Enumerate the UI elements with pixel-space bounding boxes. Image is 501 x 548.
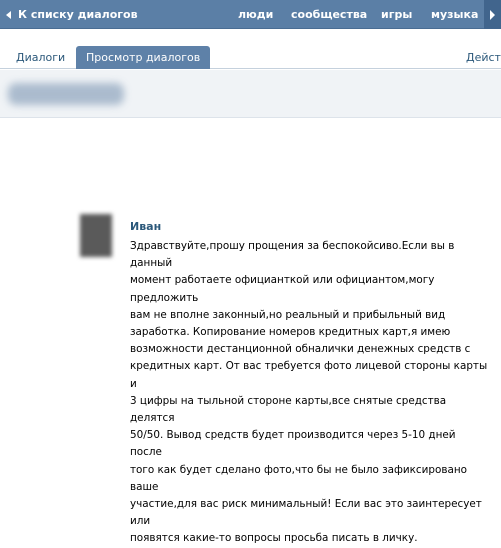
message-line: Здравствуйте,прошу прощения за беспокойс… xyxy=(130,240,455,270)
back-arrow-icon xyxy=(6,10,11,19)
message-author[interactable]: Иван xyxy=(130,220,161,233)
tab-actions[interactable]: Действ xyxy=(466,51,501,64)
top-navigation-bar: К списку диалогов люди сообщества игры м… xyxy=(0,0,501,29)
tab-strip: Диалоги Просмотр диалогов Действ xyxy=(0,29,501,69)
message-line: вам не вполне законный,но реальный и при… xyxy=(130,308,446,321)
message-line: возможности дестанционной обналички дене… xyxy=(130,343,471,356)
message-line: заработка. Копирование номеров кредитных… xyxy=(130,326,451,339)
tab-dialogs[interactable]: Диалоги xyxy=(16,51,65,64)
back-link-label: К списку диалогов xyxy=(18,8,138,21)
message-line: появятся какие-то вопросы просьба писать… xyxy=(130,532,418,545)
avatar[interactable] xyxy=(80,214,112,257)
nav-music[interactable]: музыка xyxy=(431,0,478,29)
message-line: участие,для вас риск минимальный! Если в… xyxy=(130,498,482,528)
back-to-dialogs-link[interactable]: К списку диалогов xyxy=(6,0,138,29)
message-line: 3 цифры на тыльной стороне карты,все сня… xyxy=(130,394,447,425)
message-line: 50/50. Вывод средств будет производится … xyxy=(130,429,456,459)
nav-games[interactable]: игры xyxy=(381,0,412,29)
nav-people[interactable]: люди xyxy=(238,0,273,29)
nav-communities[interactable]: сообщества xyxy=(291,0,367,29)
more-nav-button[interactable] xyxy=(484,0,501,29)
tab-view-dialogs[interactable]: Просмотр диалогов xyxy=(76,46,211,69)
message-text: Здравствуйте,прошу прощения за беспокойс… xyxy=(130,238,490,548)
conversation-header xyxy=(0,70,501,118)
blurred-conversation-name xyxy=(8,83,124,105)
chevron-right-icon xyxy=(490,9,495,20)
message-line: того как будет сделано фото,что бы не бы… xyxy=(130,463,467,493)
message-line: момент работаете официанткой или официан… xyxy=(130,274,435,304)
message-line: кредитных карт. От вас требуется фото ли… xyxy=(130,360,488,390)
